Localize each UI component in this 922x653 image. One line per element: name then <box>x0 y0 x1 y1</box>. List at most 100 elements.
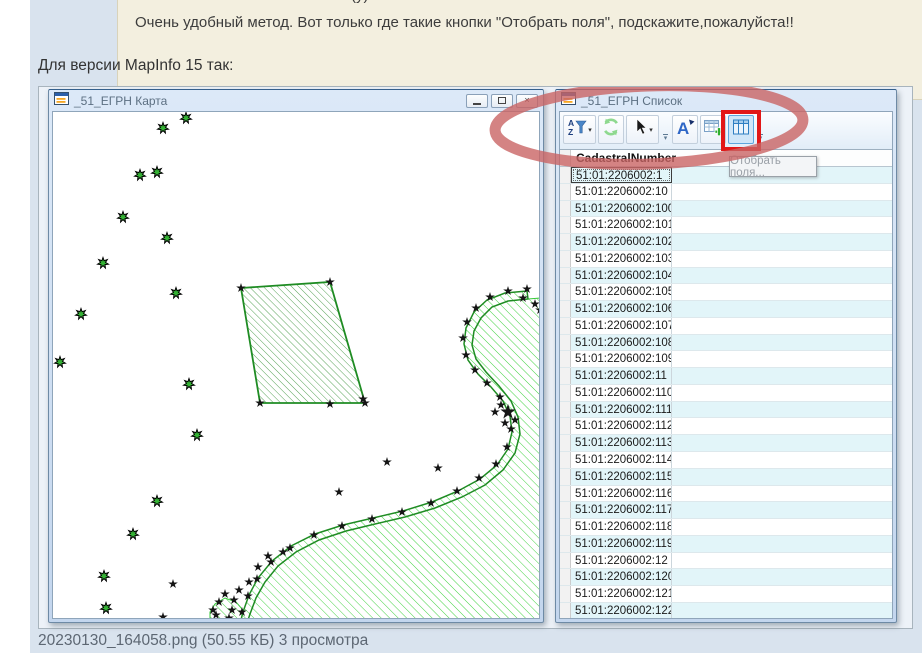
row-gutter[interactable] <box>560 586 571 602</box>
cadastral-number-cell[interactable]: 51:01:2206002:101 <box>571 217 672 233</box>
table-row[interactable]: 51:01:2206002:116 <box>560 486 892 503</box>
close-button[interactable]: × <box>516 94 538 108</box>
table-row[interactable]: 51:01:2206002:110 <box>560 385 892 402</box>
row-filler <box>672 217 892 233</box>
cadastral-number-cell[interactable]: 51:01:2206002:103 <box>571 251 672 267</box>
map-canvas[interactable] <box>52 111 540 619</box>
map-window-titlebar[interactable]: _51_ЕГРН Карта × <box>49 90 543 111</box>
table-row[interactable]: 51:01:2206002:103 <box>560 251 892 268</box>
cadastral-number-cell[interactable]: 51:01:2206002:100 <box>571 201 672 217</box>
row-gutter[interactable] <box>560 553 571 569</box>
table-row[interactable]: 51:01:2206002:11 <box>560 368 892 385</box>
table-row[interactable]: 51:01:2206002:111 <box>560 402 892 419</box>
row-gutter[interactable] <box>560 402 571 418</box>
cadastral-number-cell[interactable]: 51:01:2206002:114 <box>571 452 672 468</box>
row-gutter[interactable] <box>560 385 571 401</box>
row-gutter[interactable] <box>560 569 571 585</box>
table-row[interactable]: 51:01:2206002:121 <box>560 586 892 603</box>
pick-fields-button[interactable] <box>728 115 754 144</box>
cadastral-number-cell[interactable]: 51:01:2206002:120 <box>571 569 672 585</box>
cadastral-number-cell[interactable]: 51:01:2206002:104 <box>571 268 672 284</box>
cadastral-number-cell[interactable]: 51:01:2206002:110 <box>571 385 672 401</box>
cadastral-number-cell[interactable]: 51:01:2206002:102 <box>571 234 672 250</box>
table-row[interactable]: 51:01:2206002:120 <box>560 569 892 586</box>
table-row[interactable]: 51:01:2206002:1 <box>560 167 892 184</box>
table-row[interactable]: 51:01:2206002:102 <box>560 234 892 251</box>
table-row[interactable]: 51:01:2206002:115 <box>560 469 892 486</box>
row-gutter[interactable] <box>560 301 571 317</box>
row-gutter[interactable] <box>560 469 571 485</box>
cadastral-number-cell[interactable]: 51:01:2206002:112 <box>571 418 672 434</box>
minimize-button[interactable] <box>466 94 488 108</box>
table-row[interactable]: 51:01:2206002:114 <box>560 452 892 469</box>
row-gutter[interactable] <box>560 368 571 384</box>
quote-box: (у) Очень удобный метод. Вот только где … <box>117 0 922 100</box>
refresh-button[interactable] <box>598 115 624 144</box>
cadastral-number-cell[interactable]: 51:01:2206002:11 <box>571 368 672 384</box>
cadastral-number-cell[interactable]: 51:01:2206002:115 <box>571 469 672 485</box>
sort-filter-button[interactable]: AZ▾ <box>563 115 596 144</box>
cadastral-number-cell[interactable]: 51:01:2206002:117 <box>571 502 672 518</box>
row-gutter[interactable] <box>560 284 571 300</box>
cadastral-number-cell[interactable]: 51:01:2206002:113 <box>571 435 672 451</box>
row-gutter[interactable] <box>560 519 571 535</box>
cadastral-number-cell[interactable]: 51:01:2206002:107 <box>571 318 672 334</box>
cadastral-number-cell[interactable]: 51:01:2206002:118 <box>571 519 672 535</box>
cadastral-number-cell[interactable]: 51:01:2206002:1 <box>571 167 672 183</box>
toolbar-overflow-1[interactable]: ▾ <box>661 134 670 147</box>
table-row[interactable]: 51:01:2206002:117 <box>560 502 892 519</box>
table-row[interactable]: 51:01:2206002:107 <box>560 318 892 335</box>
row-gutter[interactable] <box>560 268 571 284</box>
row-gutter[interactable] <box>560 318 571 334</box>
cadastral-number-cell[interactable]: 51:01:2206002:108 <box>571 335 672 351</box>
cadastral-number-cell[interactable]: 51:01:2206002:121 <box>571 586 672 602</box>
table-row[interactable]: 51:01:2206002:104 <box>560 268 892 285</box>
row-gutter[interactable] <box>560 217 571 233</box>
table-row[interactable]: 51:01:2206002:12 <box>560 553 892 570</box>
cadastral-number-cell[interactable]: 51:01:2206002:122 <box>571 603 672 618</box>
cadastral-number-cell[interactable]: 51:01:2206002:109 <box>571 351 672 367</box>
row-gutter[interactable] <box>560 201 571 217</box>
row-filler <box>672 418 892 434</box>
row-gutter[interactable] <box>560 603 571 618</box>
column-header[interactable]: CadastralNumber <box>571 151 676 165</box>
cadastral-number-cell[interactable]: 51:01:2206002:111 <box>571 402 672 418</box>
row-gutter[interactable] <box>560 351 571 367</box>
table-header-row[interactable]: CadastralNumber <box>560 150 892 167</box>
table-row[interactable]: 51:01:2206002:122 <box>560 603 892 618</box>
table-row[interactable]: 51:01:2206002:10 <box>560 184 892 201</box>
table-row[interactable]: 51:01:2206002:100 <box>560 201 892 218</box>
row-gutter[interactable] <box>560 167 571 183</box>
row-gutter[interactable] <box>560 234 571 250</box>
row-gutter[interactable] <box>560 452 571 468</box>
table-row[interactable]: 51:01:2206002:101 <box>560 217 892 234</box>
table-row[interactable]: 51:01:2206002:105 <box>560 284 892 301</box>
table-row[interactable]: 51:01:2206002:113 <box>560 435 892 452</box>
cadastral-number-cell[interactable]: 51:01:2206002:12 <box>571 553 672 569</box>
table-row[interactable]: 51:01:2206002:112 <box>560 418 892 435</box>
list-window-titlebar[interactable]: _51_ЕГРН Список <box>556 90 896 111</box>
row-gutter[interactable] <box>560 536 571 552</box>
table-row[interactable]: 51:01:2206002:108 <box>560 335 892 352</box>
row-gutter[interactable] <box>560 184 571 200</box>
row-gutter[interactable] <box>560 335 571 351</box>
row-gutter[interactable] <box>560 251 571 267</box>
cadastral-number-cell[interactable]: 51:01:2206002:106 <box>571 301 672 317</box>
attached-screenshot[interactable]: _51_ЕГРН Карта × _51_ЕГРН Список AZ▾▾▾A▾ <box>38 86 913 629</box>
table-row[interactable]: 51:01:2206002:118 <box>560 519 892 536</box>
table-row[interactable]: 51:01:2206002:106 <box>560 301 892 318</box>
select-arrow-button[interactable]: ▾ <box>626 115 659 144</box>
cadastral-number-cell[interactable]: 51:01:2206002:116 <box>571 486 672 502</box>
text-style-button[interactable]: A <box>672 115 698 144</box>
pick-fields-icon <box>731 117 751 142</box>
row-gutter[interactable] <box>560 502 571 518</box>
row-gutter[interactable] <box>560 435 571 451</box>
table-row[interactable]: 51:01:2206002:109 <box>560 351 892 368</box>
row-gutter[interactable] <box>560 418 571 434</box>
cadastral-number-cell[interactable]: 51:01:2206002:119 <box>571 536 672 552</box>
cadastral-number-cell[interactable]: 51:01:2206002:105 <box>571 284 672 300</box>
table-row[interactable]: 51:01:2206002:119 <box>560 536 892 553</box>
row-gutter[interactable] <box>560 486 571 502</box>
cadastral-number-cell[interactable]: 51:01:2206002:10 <box>571 184 672 200</box>
maximize-button[interactable] <box>491 94 513 108</box>
